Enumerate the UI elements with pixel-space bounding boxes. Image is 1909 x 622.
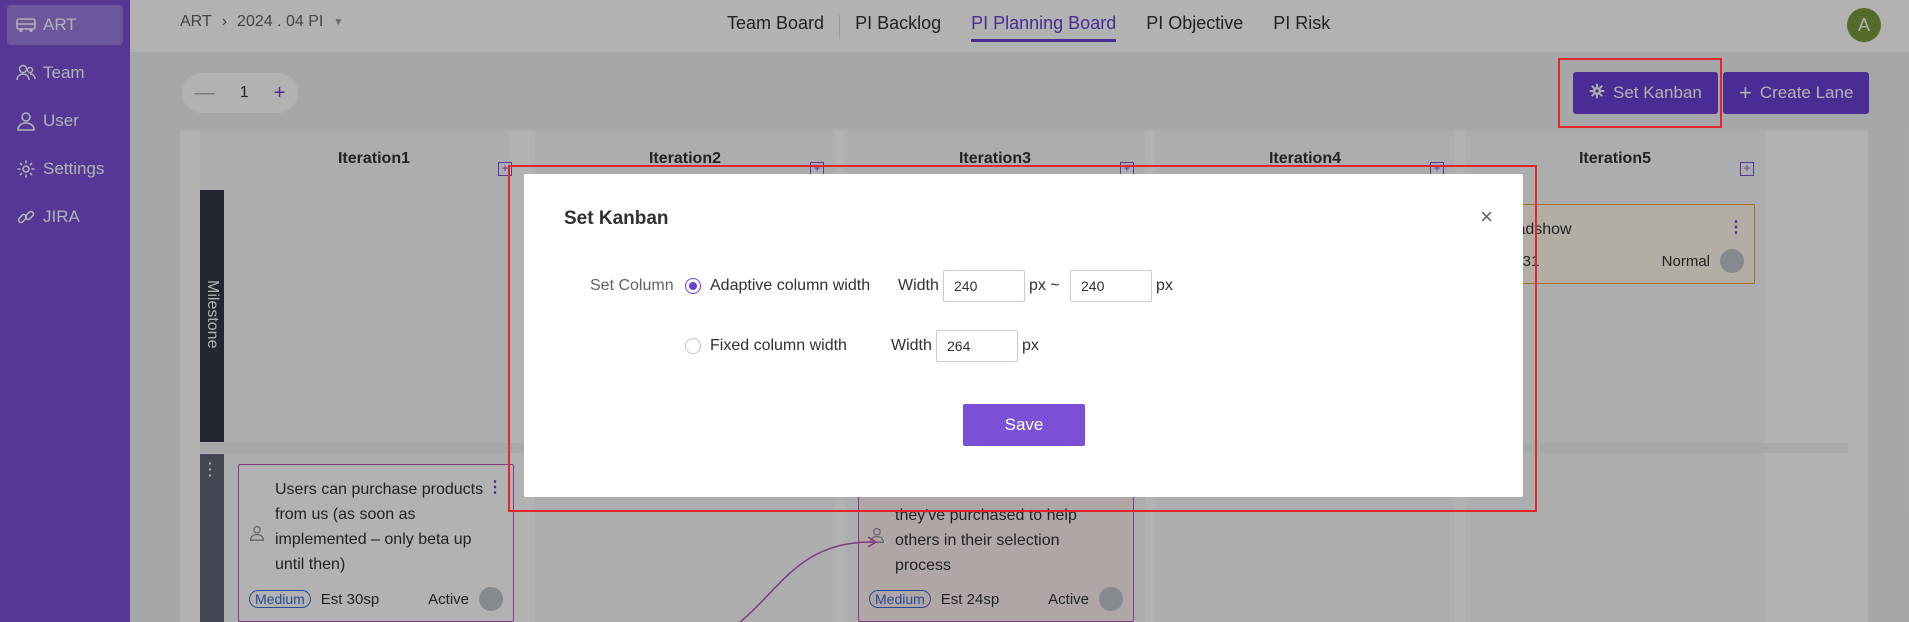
width-label: Width xyxy=(891,337,932,354)
set-kanban-dialog: Set Kanban × Set Column Adaptive column … xyxy=(524,174,1523,497)
fixed-width-input[interactable] xyxy=(936,330,1018,362)
set-column-label: Set Column xyxy=(590,277,674,294)
fixed-width-label[interactable]: Fixed column width xyxy=(710,337,847,355)
adaptive-width-radio[interactable] xyxy=(685,278,701,294)
close-icon[interactable]: × xyxy=(1480,204,1493,230)
adaptive-width-label[interactable]: Adaptive column width xyxy=(710,277,870,295)
min-width-input[interactable] xyxy=(943,270,1025,302)
width-label: Width xyxy=(898,277,939,294)
range-separator: px ~ xyxy=(1029,277,1060,294)
unit-label: px xyxy=(1022,337,1039,354)
dialog-title: Set Kanban xyxy=(564,208,669,229)
fixed-width-radio[interactable] xyxy=(685,338,701,354)
unit-label: px xyxy=(1156,277,1173,294)
save-button[interactable]: Save xyxy=(963,404,1085,446)
max-width-input[interactable] xyxy=(1070,270,1152,302)
